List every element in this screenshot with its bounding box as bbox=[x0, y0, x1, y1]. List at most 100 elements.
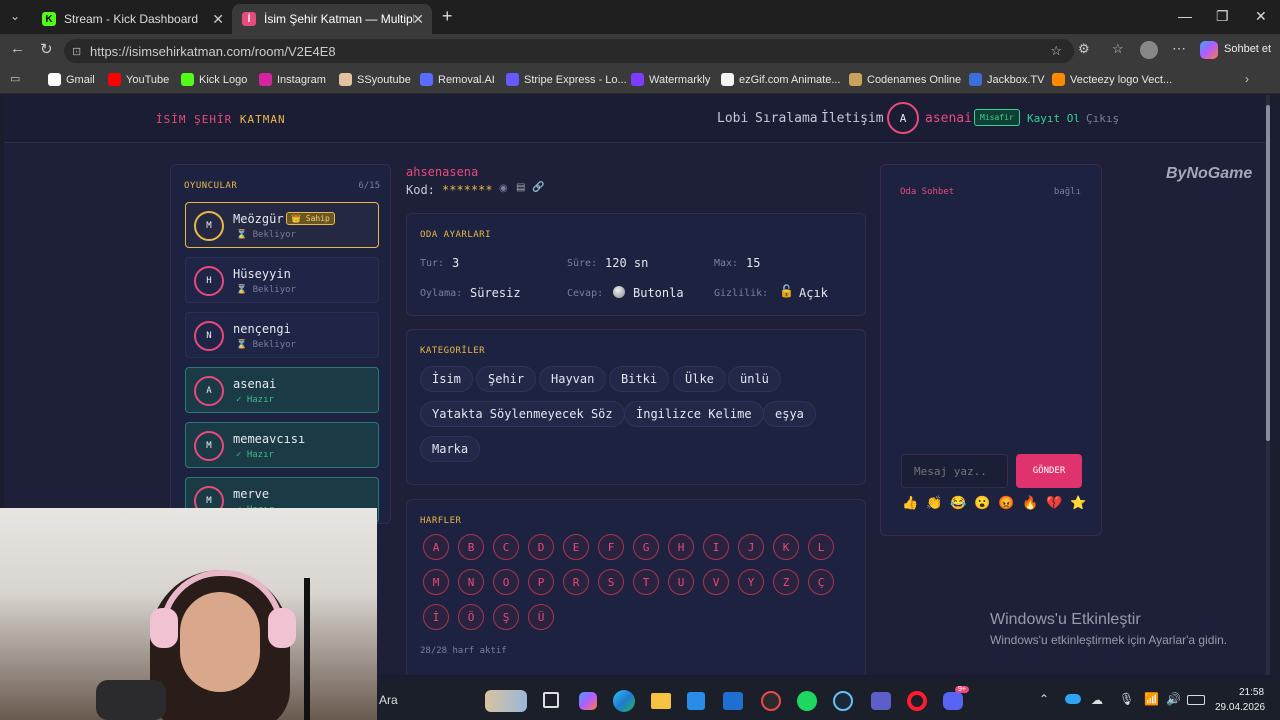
bookmark-codenames[interactable]: Codenames Online bbox=[849, 73, 961, 86]
discord-icon[interactable] bbox=[943, 692, 963, 710]
category-chip[interactable]: ünlü bbox=[728, 366, 781, 392]
chat-input[interactable] bbox=[901, 454, 1008, 488]
file-explorer-icon[interactable] bbox=[651, 693, 671, 709]
letter-button[interactable]: Z bbox=[773, 569, 799, 595]
maximize-icon[interactable]: ❐ bbox=[1216, 8, 1229, 25]
copilot-taskbar-icon[interactable] bbox=[579, 692, 597, 710]
bookmark-ssyoutube[interactable]: SSyoutube bbox=[339, 73, 411, 86]
tray-chevron-icon[interactable]: ⌃ bbox=[1039, 692, 1049, 706]
letter-button[interactable]: Ü bbox=[528, 604, 554, 630]
letter-button[interactable]: S bbox=[598, 569, 624, 595]
letter-button[interactable]: N bbox=[458, 569, 484, 595]
search-highlight-icon[interactable] bbox=[485, 690, 527, 712]
letter-button[interactable]: H bbox=[668, 534, 694, 560]
letter-button[interactable]: K bbox=[773, 534, 799, 560]
more-menu-icon[interactable]: ⋯ bbox=[1172, 40, 1186, 57]
capture-icon[interactable] bbox=[761, 691, 781, 711]
nav-siralama[interactable]: Sıralama bbox=[755, 111, 818, 126]
bookmark-ezgif[interactable]: ezGif.com Animate... bbox=[721, 73, 840, 86]
emoji-button[interactable]: ⭐ bbox=[1070, 495, 1086, 511]
emoji-button[interactable]: 👏 bbox=[926, 495, 942, 511]
bookmark-vecteezy[interactable]: Vecteezy logo Vect... bbox=[1052, 73, 1172, 86]
microphone-icon[interactable]: 🎙 bbox=[1119, 692, 1134, 706]
emoji-button[interactable]: 💔 bbox=[1046, 495, 1062, 511]
nav-iletisim[interactable]: İletişim bbox=[821, 111, 884, 126]
wifi-icon[interactable]: 📶 bbox=[1144, 692, 1159, 706]
scrollbar-thumb[interactable] bbox=[1266, 105, 1270, 441]
letter-button[interactable]: L bbox=[808, 534, 834, 560]
letter-button[interactable]: İ bbox=[423, 604, 449, 630]
letter-button[interactable]: R bbox=[563, 569, 589, 595]
letter-button[interactable]: J bbox=[738, 534, 764, 560]
player-card[interactable]: M Meözgür 👑 Sahip ⌛ Bekliyor bbox=[185, 202, 379, 248]
letter-button[interactable]: C bbox=[493, 534, 519, 560]
onedrive-sync-icon[interactable]: ☁ bbox=[1091, 693, 1103, 707]
show-code-icon[interactable]: ◉ bbox=[499, 183, 508, 194]
volume-icon[interactable]: 🔊 bbox=[1166, 692, 1181, 706]
extensions-icon[interactable]: ⚙ bbox=[1078, 41, 1090, 57]
bookmark-instagram[interactable]: Instagram bbox=[259, 73, 326, 86]
onedrive-icon[interactable] bbox=[1065, 694, 1081, 704]
emoji-button[interactable]: 😂 bbox=[950, 495, 966, 511]
letter-button[interactable]: E bbox=[563, 534, 589, 560]
nav-lobi[interactable]: Lobi bbox=[717, 111, 748, 126]
site-info-icon[interactable]: ⊡ bbox=[72, 45, 81, 58]
letter-button[interactable]: P bbox=[528, 569, 554, 595]
letter-button[interactable]: Y bbox=[738, 569, 764, 595]
close-icon[interactable]: ✕ bbox=[412, 11, 424, 28]
bookmark-stripe[interactable]: Stripe Express - Lo... bbox=[506, 73, 627, 86]
letter-button[interactable]: U bbox=[668, 569, 694, 595]
taskbar-search[interactable]: Ara bbox=[379, 693, 398, 707]
category-chip[interactable]: İsim bbox=[420, 366, 473, 392]
minimize-icon[interactable]: — bbox=[1178, 8, 1192, 24]
letter-button[interactable]: F bbox=[598, 534, 624, 560]
category-chip[interactable]: Ülke bbox=[673, 366, 726, 392]
reload-icon[interactable]: ↻ bbox=[40, 40, 53, 58]
bookmark-removal-ai[interactable]: Removal.AI bbox=[420, 73, 495, 86]
letter-button[interactable]: O bbox=[493, 569, 519, 595]
category-chip[interactable]: Yatakta Söylenmeyecek Söz bbox=[420, 401, 625, 427]
tab-isim-sehir[interactable]: İ İsim Şehir Katman — Multiplayer İ ✕ bbox=[232, 4, 432, 34]
letter-button[interactable]: A bbox=[423, 534, 449, 560]
tab-kick-dashboard[interactable]: K Stream - Kick Dashboard ✕ bbox=[32, 4, 232, 34]
send-button[interactable]: GÖNDER bbox=[1016, 454, 1082, 488]
spotify-icon[interactable] bbox=[797, 691, 817, 711]
letter-button[interactable]: Ç bbox=[808, 569, 834, 595]
category-chip[interactable]: Hayvan bbox=[539, 366, 607, 392]
bookmark-jackbox[interactable]: Jackbox.TV bbox=[969, 73, 1044, 86]
player-card[interactable]: N nençengi ⌛ Bekliyor bbox=[185, 312, 379, 358]
letter-button[interactable]: D bbox=[528, 534, 554, 560]
register-link[interactable]: Kayıt Ol bbox=[1027, 112, 1080, 125]
copilot-icon[interactable] bbox=[1200, 41, 1218, 59]
tab-list-chevron-icon[interactable]: ⌄ bbox=[10, 9, 20, 23]
bookmark-kick-logo[interactable]: Kick Logo bbox=[181, 73, 247, 86]
clock-date[interactable]: 29.04.2026 bbox=[1215, 702, 1265, 713]
emoji-button[interactable]: 😡 bbox=[998, 495, 1014, 511]
clock-time[interactable]: 21:58 bbox=[1239, 687, 1264, 698]
emoji-button[interactable]: 🔥 bbox=[1022, 495, 1038, 511]
close-window-icon[interactable]: ✕ bbox=[1255, 8, 1267, 25]
site-logo[interactable]: İSİM ŞEHİR KATMAN bbox=[156, 113, 286, 126]
letter-button[interactable]: T bbox=[633, 569, 659, 595]
bookmark-youtube[interactable]: YouTube bbox=[108, 73, 169, 86]
category-chip[interactable]: Bitki bbox=[609, 366, 670, 392]
letter-button[interactable]: V bbox=[703, 569, 729, 595]
logout-link[interactable]: Çıkış bbox=[1086, 112, 1119, 125]
link-icon[interactable]: 🔗 bbox=[532, 182, 544, 193]
player-card[interactable]: H Hüseyyin ⌛ Bekliyor bbox=[185, 257, 379, 303]
task-view-icon[interactable] bbox=[543, 692, 559, 708]
new-tab-icon[interactable]: + bbox=[442, 6, 453, 27]
bookmarks-more-icon[interactable]: › bbox=[1245, 72, 1249, 86]
favorites-icon[interactable]: ☆ bbox=[1112, 41, 1124, 57]
edge-icon[interactable] bbox=[613, 690, 635, 712]
category-chip[interactable]: Marka bbox=[420, 436, 481, 462]
copy-icon[interactable]: ▤ bbox=[516, 182, 525, 193]
letter-button[interactable]: Ş bbox=[493, 604, 519, 630]
close-icon[interactable]: ✕ bbox=[212, 11, 224, 28]
favorite-star-icon[interactable]: ☆ bbox=[1050, 43, 1062, 59]
category-chip[interactable]: İngilizce Kelime bbox=[624, 401, 764, 427]
letter-button[interactable]: B bbox=[458, 534, 484, 560]
letter-button[interactable]: I bbox=[703, 534, 729, 560]
player-card[interactable]: A asenai ✓ Hazır bbox=[185, 367, 379, 413]
letter-button[interactable]: Ö bbox=[458, 604, 484, 630]
